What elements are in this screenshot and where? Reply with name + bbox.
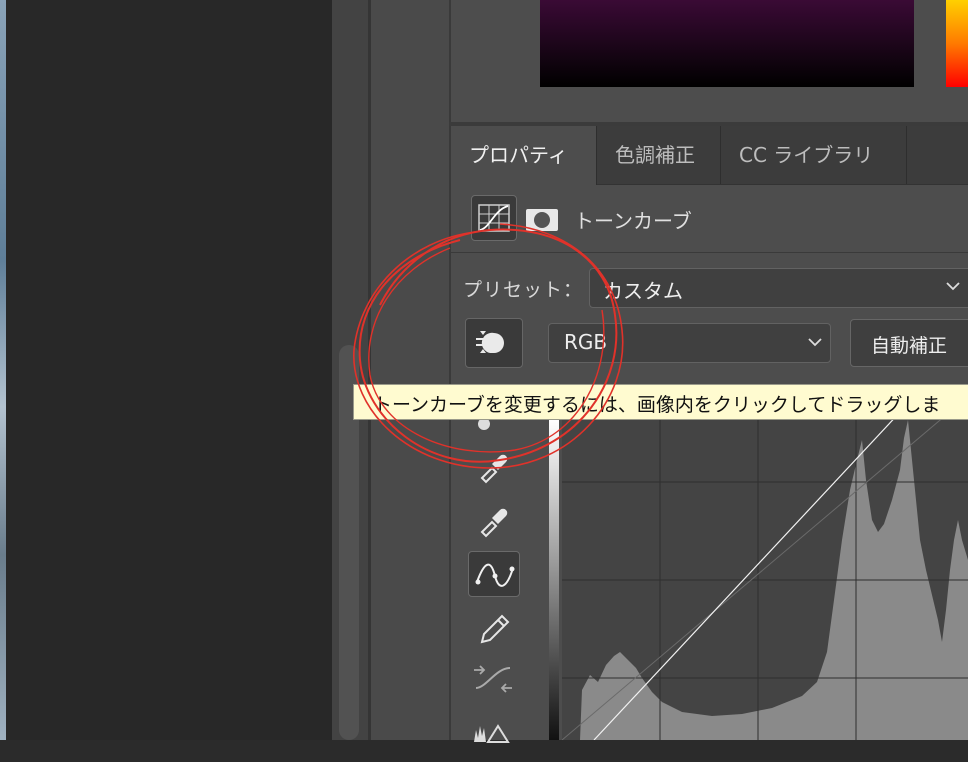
chevron-down-icon bbox=[808, 332, 822, 351]
smooth-curve-icon[interactable] bbox=[468, 656, 520, 702]
eyedropper-white-icon[interactable] bbox=[468, 494, 520, 540]
tab-adjustments[interactable]: 色調補正 bbox=[597, 126, 721, 184]
red-annotation-circle bbox=[353, 223, 624, 469]
tab-cc-libraries[interactable]: CC ライブラリ bbox=[721, 126, 907, 184]
tab-properties[interactable]: プロパティ bbox=[451, 126, 597, 185]
histogram-warning-icon[interactable] bbox=[468, 712, 520, 758]
curve-point-icon[interactable] bbox=[468, 551, 520, 597]
auto-button-label: 自動補正 bbox=[871, 335, 948, 357]
color-picker-field[interactable] bbox=[540, 0, 914, 87]
document-canvas[interactable] bbox=[6, 0, 332, 740]
hue-slider[interactable] bbox=[946, 0, 968, 87]
chevron-down-icon bbox=[946, 276, 960, 295]
panel-tab-bar: プロパティ 色調補正 CC ライブラリ bbox=[451, 126, 968, 185]
pencil-icon[interactable] bbox=[468, 606, 520, 652]
